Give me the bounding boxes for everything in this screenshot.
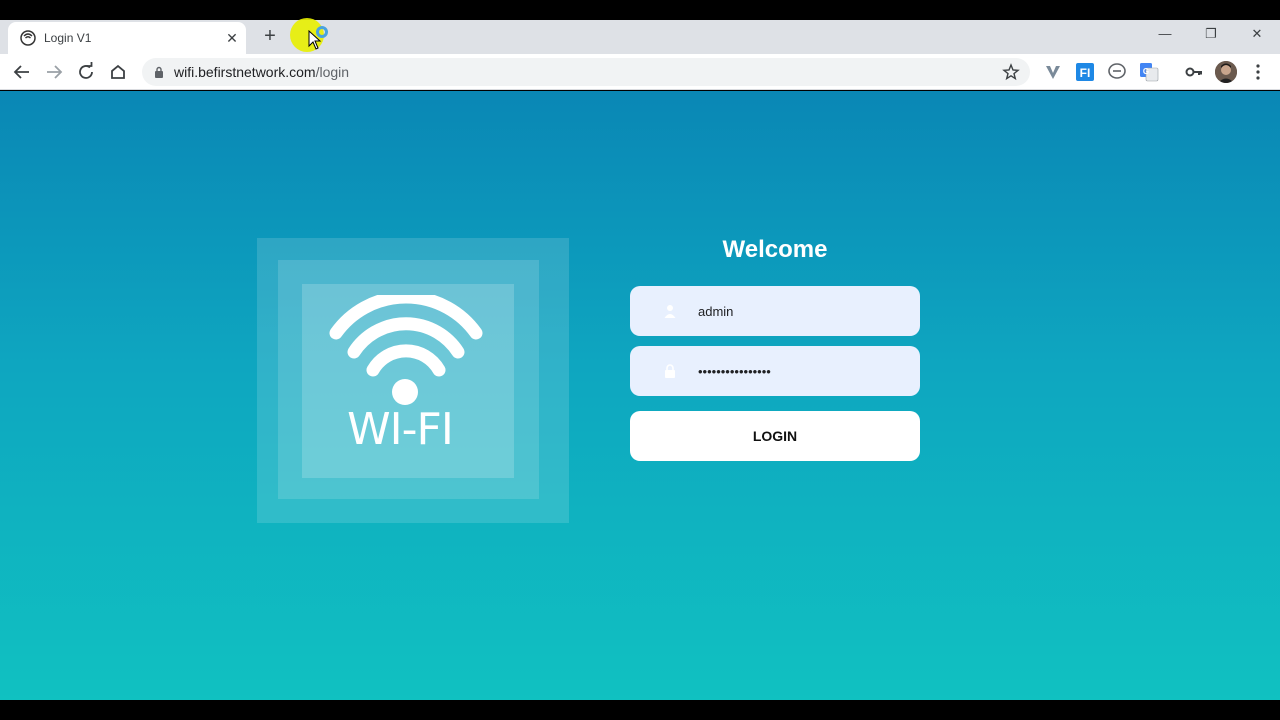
tab-close-icon[interactable]: ✕: [224, 30, 240, 46]
logo-text: WI-FI: [347, 404, 454, 455]
line-extension-icon[interactable]: [1107, 62, 1127, 82]
more-menu-icon[interactable]: [1250, 61, 1266, 83]
minimize-button[interactable]: —: [1153, 24, 1177, 44]
restore-button[interactable]: ❐: [1199, 24, 1223, 44]
login-button[interactable]: LOGIN: [630, 411, 920, 461]
tab-strip: Login V1 ✕: [0, 20, 1280, 54]
svg-text:FI: FI: [1080, 66, 1091, 80]
reload-icon[interactable]: [74, 60, 98, 84]
tab-login[interactable]: Login V1 ✕: [8, 22, 246, 54]
vimium-icon[interactable]: [1043, 62, 1063, 82]
lock-icon: [665, 364, 675, 378]
google-translate-icon[interactable]: G: [1139, 62, 1159, 82]
browser-toolbar: wifi.befirstnetwork.com/login FI G: [0, 54, 1280, 90]
user-icon: [664, 305, 676, 318]
back-arrow-icon[interactable]: [10, 60, 34, 84]
mouse-cursor-icon: [308, 30, 322, 50]
username-field[interactable]: [630, 286, 920, 336]
profile-photo-icon: [1215, 61, 1237, 83]
wifi-favicon-icon: [20, 30, 36, 46]
tab-title: Login V1: [44, 31, 92, 45]
wifi-signal-icon: [329, 295, 483, 405]
letterbox-top: [0, 0, 1280, 20]
screen: Login V1 ✕ + — ❐ ✕ wifi.befirstnetwork.c…: [0, 0, 1280, 720]
login-page: WI-FI Welcome LOGIN: [0, 91, 1280, 700]
password-input[interactable]: [698, 362, 898, 380]
fi-extension-icon[interactable]: FI: [1075, 62, 1095, 82]
lock-icon: [155, 66, 163, 78]
welcome-heading: Welcome: [722, 236, 828, 263]
url-text[interactable]: wifi.befirstnetwork.com/login: [174, 64, 349, 80]
profile-avatar[interactable]: [1215, 61, 1237, 83]
letterbox-bottom: [0, 700, 1280, 720]
new-tab-button[interactable]: +: [258, 25, 282, 49]
url-host: wifi.befirstnetwork.com: [174, 64, 316, 80]
key-icon[interactable]: [1184, 62, 1204, 82]
bookmark-star-icon[interactable]: [1002, 63, 1020, 81]
home-icon[interactable]: [106, 60, 130, 84]
address-bar[interactable]: wifi.befirstnetwork.com/login: [142, 58, 1030, 86]
svg-text:G: G: [1143, 67, 1149, 76]
close-window-button[interactable]: ✕: [1245, 24, 1269, 44]
url-path: /login: [315, 64, 350, 80]
password-field[interactable]: [630, 346, 920, 396]
username-input[interactable]: [698, 302, 898, 320]
forward-arrow-icon[interactable]: [42, 60, 66, 84]
